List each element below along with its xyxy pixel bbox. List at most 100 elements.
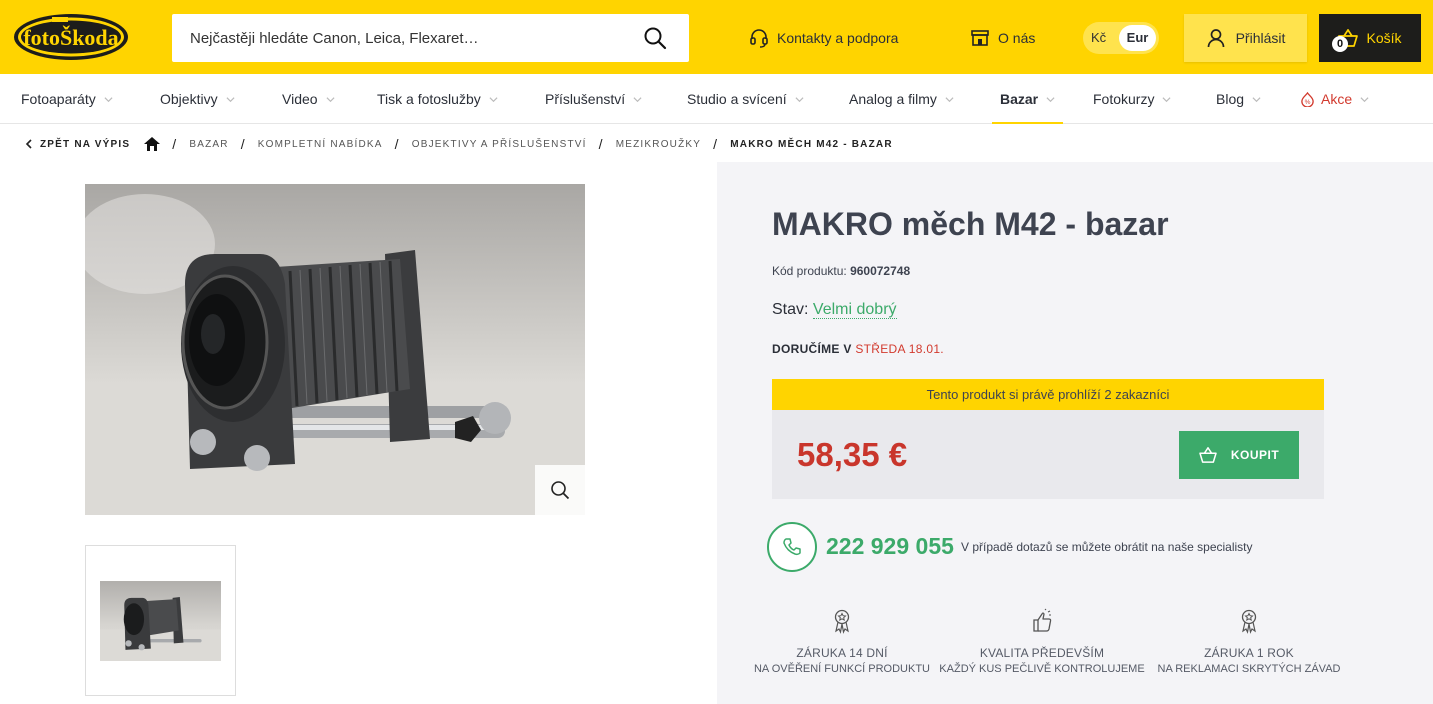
login-label: Přihlásit [1235,30,1286,46]
chevron-down-icon [489,96,498,102]
product-main-image[interactable] [85,184,585,515]
svg-text:fotoŠkoda: fotoŠkoda [23,25,118,50]
support-note: V případě dotazů se můžete obrátit na na… [961,540,1253,554]
feature-title: ZÁRUKA 14 DNÍ [796,646,888,660]
nav-item-tisk[interactable]: Tisk a fotoslužby [377,74,498,124]
nav-item-studio[interactable]: Studio a svícení [687,74,804,124]
chevron-down-icon [1252,96,1261,102]
nav-label: Fotoaparáty [21,91,96,107]
chevron-down-icon [104,96,113,102]
breadcrumb-current: MAKRO měch M42 - bazar [730,138,893,150]
chevron-down-icon [1360,96,1369,102]
breadcrumb-item[interactable]: Bazar [189,139,228,150]
nav-item-fotokurzy[interactable]: Fotokurzy [1093,74,1171,124]
feature-warranty-14-days: ZÁRUKA 14 DNÍ NA OVĚŘENÍ FUNKCÍ PRODUKTU [732,608,952,675]
contact-support-link[interactable]: Kontakty a podpora [749,26,898,50]
breadcrumb-item[interactable]: Mezikroužky [616,139,701,150]
chevron-down-icon [226,96,235,102]
nav-item-video[interactable]: Video [282,74,335,124]
product-code-value: 960072748 [850,264,911,278]
home-icon[interactable] [144,137,161,151]
chevron-down-icon [633,96,642,102]
bellows-photo [85,194,585,515]
feature-subtitle: NA REKLAMACI SKRYTÝCH ZÁVAD [1157,663,1341,675]
chevron-down-icon [326,96,335,102]
feature-title: KVALITA PŘEDEVŠÍM [979,646,1105,660]
nav-item-akce[interactable]: % Akce [1300,74,1369,124]
nav-label: Video [282,91,318,107]
thumbnail-image [100,581,221,661]
currency-eur[interactable]: Eur [1119,25,1156,51]
chevron-left-icon [25,139,32,149]
product-title: MAKRO měch M42 - bazar [772,206,1169,242]
nav-item-fotoaparaty[interactable]: Fotoaparáty [21,74,113,124]
currency-czk[interactable]: Kč [1091,30,1106,45]
product-price: 58,35 € [797,436,908,473]
buy-box: Tento produkt si právě prohlíží 2 zakazn… [772,379,1324,499]
nav-item-prislusenstvi[interactable]: Příslušenství [545,74,642,124]
state-value-link[interactable]: Velmi dobrý [812,301,897,319]
breadcrumb: Zpět na výpis / Bazar / Kompletní nabídk… [24,134,893,154]
support-phone-number[interactable]: 222 929 055 [826,533,954,560]
nav-label: Příslušenství [545,91,626,107]
bellows-thumbnail [100,596,221,661]
feature-title: ZÁRUKA 1 ROK [1204,646,1294,660]
user-icon [1207,29,1224,48]
about-label: O nás [998,30,1036,46]
breadcrumb-item[interactable]: Objektivy a příslušenství [412,139,587,150]
nav-label: Objektivy [160,91,218,107]
nav-item-bazar[interactable]: Bazar [991,74,1064,124]
breadcrumb-separator: / [240,136,246,152]
breadcrumb-separator: / [394,136,400,152]
contact-support-label: Kontakty a podpora [777,30,899,46]
thumbs-up-icon [1033,608,1052,632]
buy-button[interactable]: KOUPIT [1179,431,1299,479]
product-state: Stav: Velmi dobrý [772,301,897,319]
fotoskoda-logo[interactable]: fotoŠkoda [12,12,130,62]
search-icon[interactable] [643,26,667,50]
discount-tag-icon: % [1301,91,1314,107]
breadcrumb-separator: / [713,136,719,152]
zoom-button[interactable] [535,465,585,515]
nav-item-blog[interactable]: Blog [1216,74,1261,124]
nav-label: Blog [1216,91,1245,107]
breadcrumb-separator: / [598,136,604,152]
cart-button[interactable]: 0 Košík [1319,14,1421,62]
nav-label: Analog a filmy [849,91,937,107]
delivery-info: DORUČÍME V STŘEDA 18.01. [772,342,944,356]
buy-label: KOUPIT [1230,448,1280,462]
main-nav: Fotoaparáty Objektivy Video Tisk a fotos… [0,74,1433,124]
product-code: Kód produktu: 960072748 [772,264,910,278]
feature-warranty-1-year: ZÁRUKA 1 ROK NA REKLAMACI SKRYTÝCH ZÁVAD [1139,608,1359,675]
breadcrumb-item[interactable]: Kompletní nabídka [258,139,383,150]
phone-icon [783,538,801,556]
back-to-list-link[interactable]: Zpět na výpis [24,139,130,150]
state-label: Stav: [772,301,809,318]
feature-quality: KVALITA PŘEDEVŠÍM KAŽDÝ KUS PEČLIVĚ KONT… [932,608,1152,675]
chevron-down-icon [795,96,804,102]
currency-toggle[interactable]: Kč Eur [1083,22,1159,54]
nav-item-objektivy[interactable]: Objektivy [160,74,235,124]
delivery-label: DORUČÍME V [772,342,852,356]
zoom-icon [551,481,570,500]
chevron-down-icon [1046,96,1055,102]
nav-label: Bazar [1000,91,1039,107]
store-icon [971,30,989,46]
top-header: fotoŠkoda Kontakty a podpora O nás Kč Eu… [0,0,1433,74]
login-button[interactable]: Přihlásit [1184,14,1307,62]
feature-subtitle: NA OVĚŘENÍ FUNKCÍ PRODUKTU [753,663,931,675]
back-label: Zpět na výpis [40,138,131,150]
award-badge-icon [834,609,850,634]
feature-subtitle: KAŽDÝ KUS PEČLIVĚ KONTROLUJEME [939,663,1145,675]
nav-label: Fotokurzy [1093,91,1155,107]
about-link[interactable]: O nás [970,26,1035,50]
nav-label: Tisk a fotoslužby [377,91,481,107]
search-input[interactable] [190,14,630,62]
search-box [172,14,689,62]
product-code-label: Kód produktu: [772,264,847,278]
nav-item-analog[interactable]: Analog a filmy [849,74,954,124]
nav-label: Akce [1321,91,1353,107]
cart-label: Košík [1366,30,1402,46]
product-thumbnail[interactable] [85,545,236,696]
phone-icon-circle [767,522,817,572]
